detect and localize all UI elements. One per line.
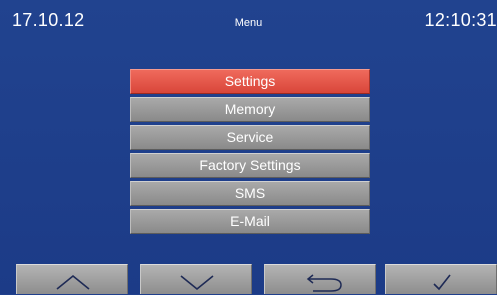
back-button[interactable] [264, 264, 376, 294]
main-menu: Settings Memory Service Factory Settings… [130, 69, 370, 237]
status-time: 12:10:31 [424, 10, 497, 30]
menu-item-sms[interactable]: SMS [130, 181, 370, 206]
back-arrow-icon [306, 274, 342, 292]
menu-item-memory[interactable]: Memory [130, 97, 370, 122]
down-button[interactable] [140, 264, 252, 294]
menu-item-service[interactable]: Service [130, 125, 370, 150]
chevron-down-icon [180, 275, 214, 291]
menu-item-factory-settings[interactable]: Factory Settings [130, 153, 370, 178]
device-screen: 17.10.12 Menu 12:10:31 Settings Memory S… [0, 0, 497, 294]
screen-title: Menu [234, 17, 263, 29]
confirm-button[interactable] [385, 264, 497, 294]
chevron-up-icon [56, 274, 90, 290]
up-button[interactable] [16, 264, 128, 294]
menu-item-settings[interactable]: Settings [130, 69, 370, 94]
checkmark-icon [433, 274, 451, 291]
softkey-bar [0, 264, 497, 294]
menu-item-email[interactable]: E-Mail [130, 209, 370, 234]
